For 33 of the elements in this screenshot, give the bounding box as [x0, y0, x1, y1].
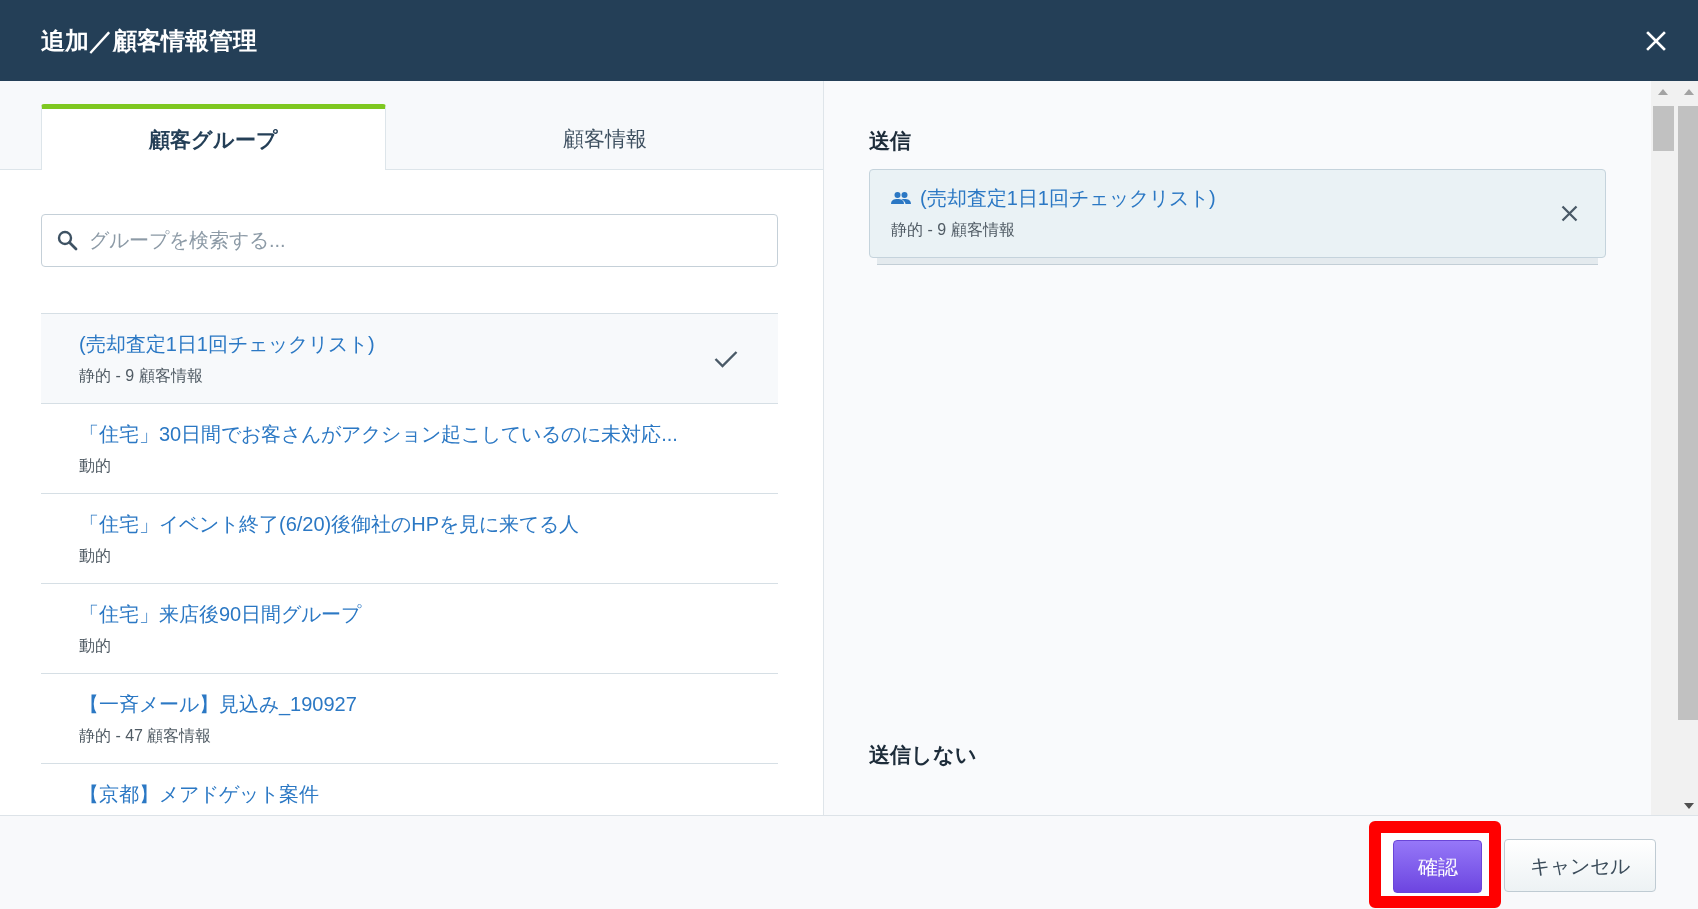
scrollbar-thumb[interactable]: [1678, 106, 1698, 720]
group-list-item[interactable]: (売却査定1日1回チェックリスト) 静的 - 9 顧客情報: [41, 314, 778, 404]
scroll-down-arrow-icon[interactable]: [1684, 803, 1694, 809]
tab[interactable]: 顧客グループ: [41, 104, 386, 170]
scrollbar-thumb[interactable]: [1652, 106, 1674, 151]
group-name: 【京都】メアドゲット案件: [79, 782, 319, 807]
section-heading: 送信しない: [869, 742, 978, 769]
section-heading: 送信: [869, 128, 912, 154]
confirm-button[interactable]: 確認: [1393, 840, 1482, 893]
group-detail: 動的: [79, 546, 111, 566]
group-detail: 動的: [79, 636, 111, 656]
group-name: 「住宅」来店後90日間グループ: [79, 602, 362, 627]
search-icon: [57, 230, 78, 251]
check-icon: [714, 350, 738, 368]
group-name: 「住宅」30日間でお客さんがアクション起こしているのに未対応...: [79, 422, 678, 447]
recipient-detail: 静的 - 9 顧客情報: [891, 220, 1015, 240]
close-icon: [1646, 30, 1666, 51]
remove-button[interactable]: [1559, 203, 1579, 223]
group-name: 「住宅」イベント終了(6/20)後御社のHPを見に来てる人: [79, 512, 580, 537]
tab[interactable]: 顧客情報: [386, 104, 823, 169]
scroll-up-arrow-icon[interactable]: [1658, 89, 1668, 95]
recipient-name: (売却査定1日1回チェックリスト): [920, 186, 1216, 211]
window-title: 追加／顧客情報管理: [41, 25, 257, 56]
people-icon: [891, 192, 911, 204]
scroll-up-arrow-icon[interactable]: [1684, 89, 1694, 95]
group-name: (売却査定1日1回チェックリスト): [79, 332, 375, 357]
group-name: 【一斉メール】見込み_190927: [79, 692, 357, 717]
group-detail: 静的 - 47 顧客情報: [79, 726, 212, 746]
cancel-button[interactable]: キャンセル: [1504, 839, 1656, 892]
close-icon: [1560, 204, 1578, 222]
search-field[interactable]: グループを検索する...: [41, 214, 778, 267]
group-detail: 静的 - 9 顧客情報: [79, 366, 203, 386]
group-detail: 動的: [79, 456, 111, 476]
